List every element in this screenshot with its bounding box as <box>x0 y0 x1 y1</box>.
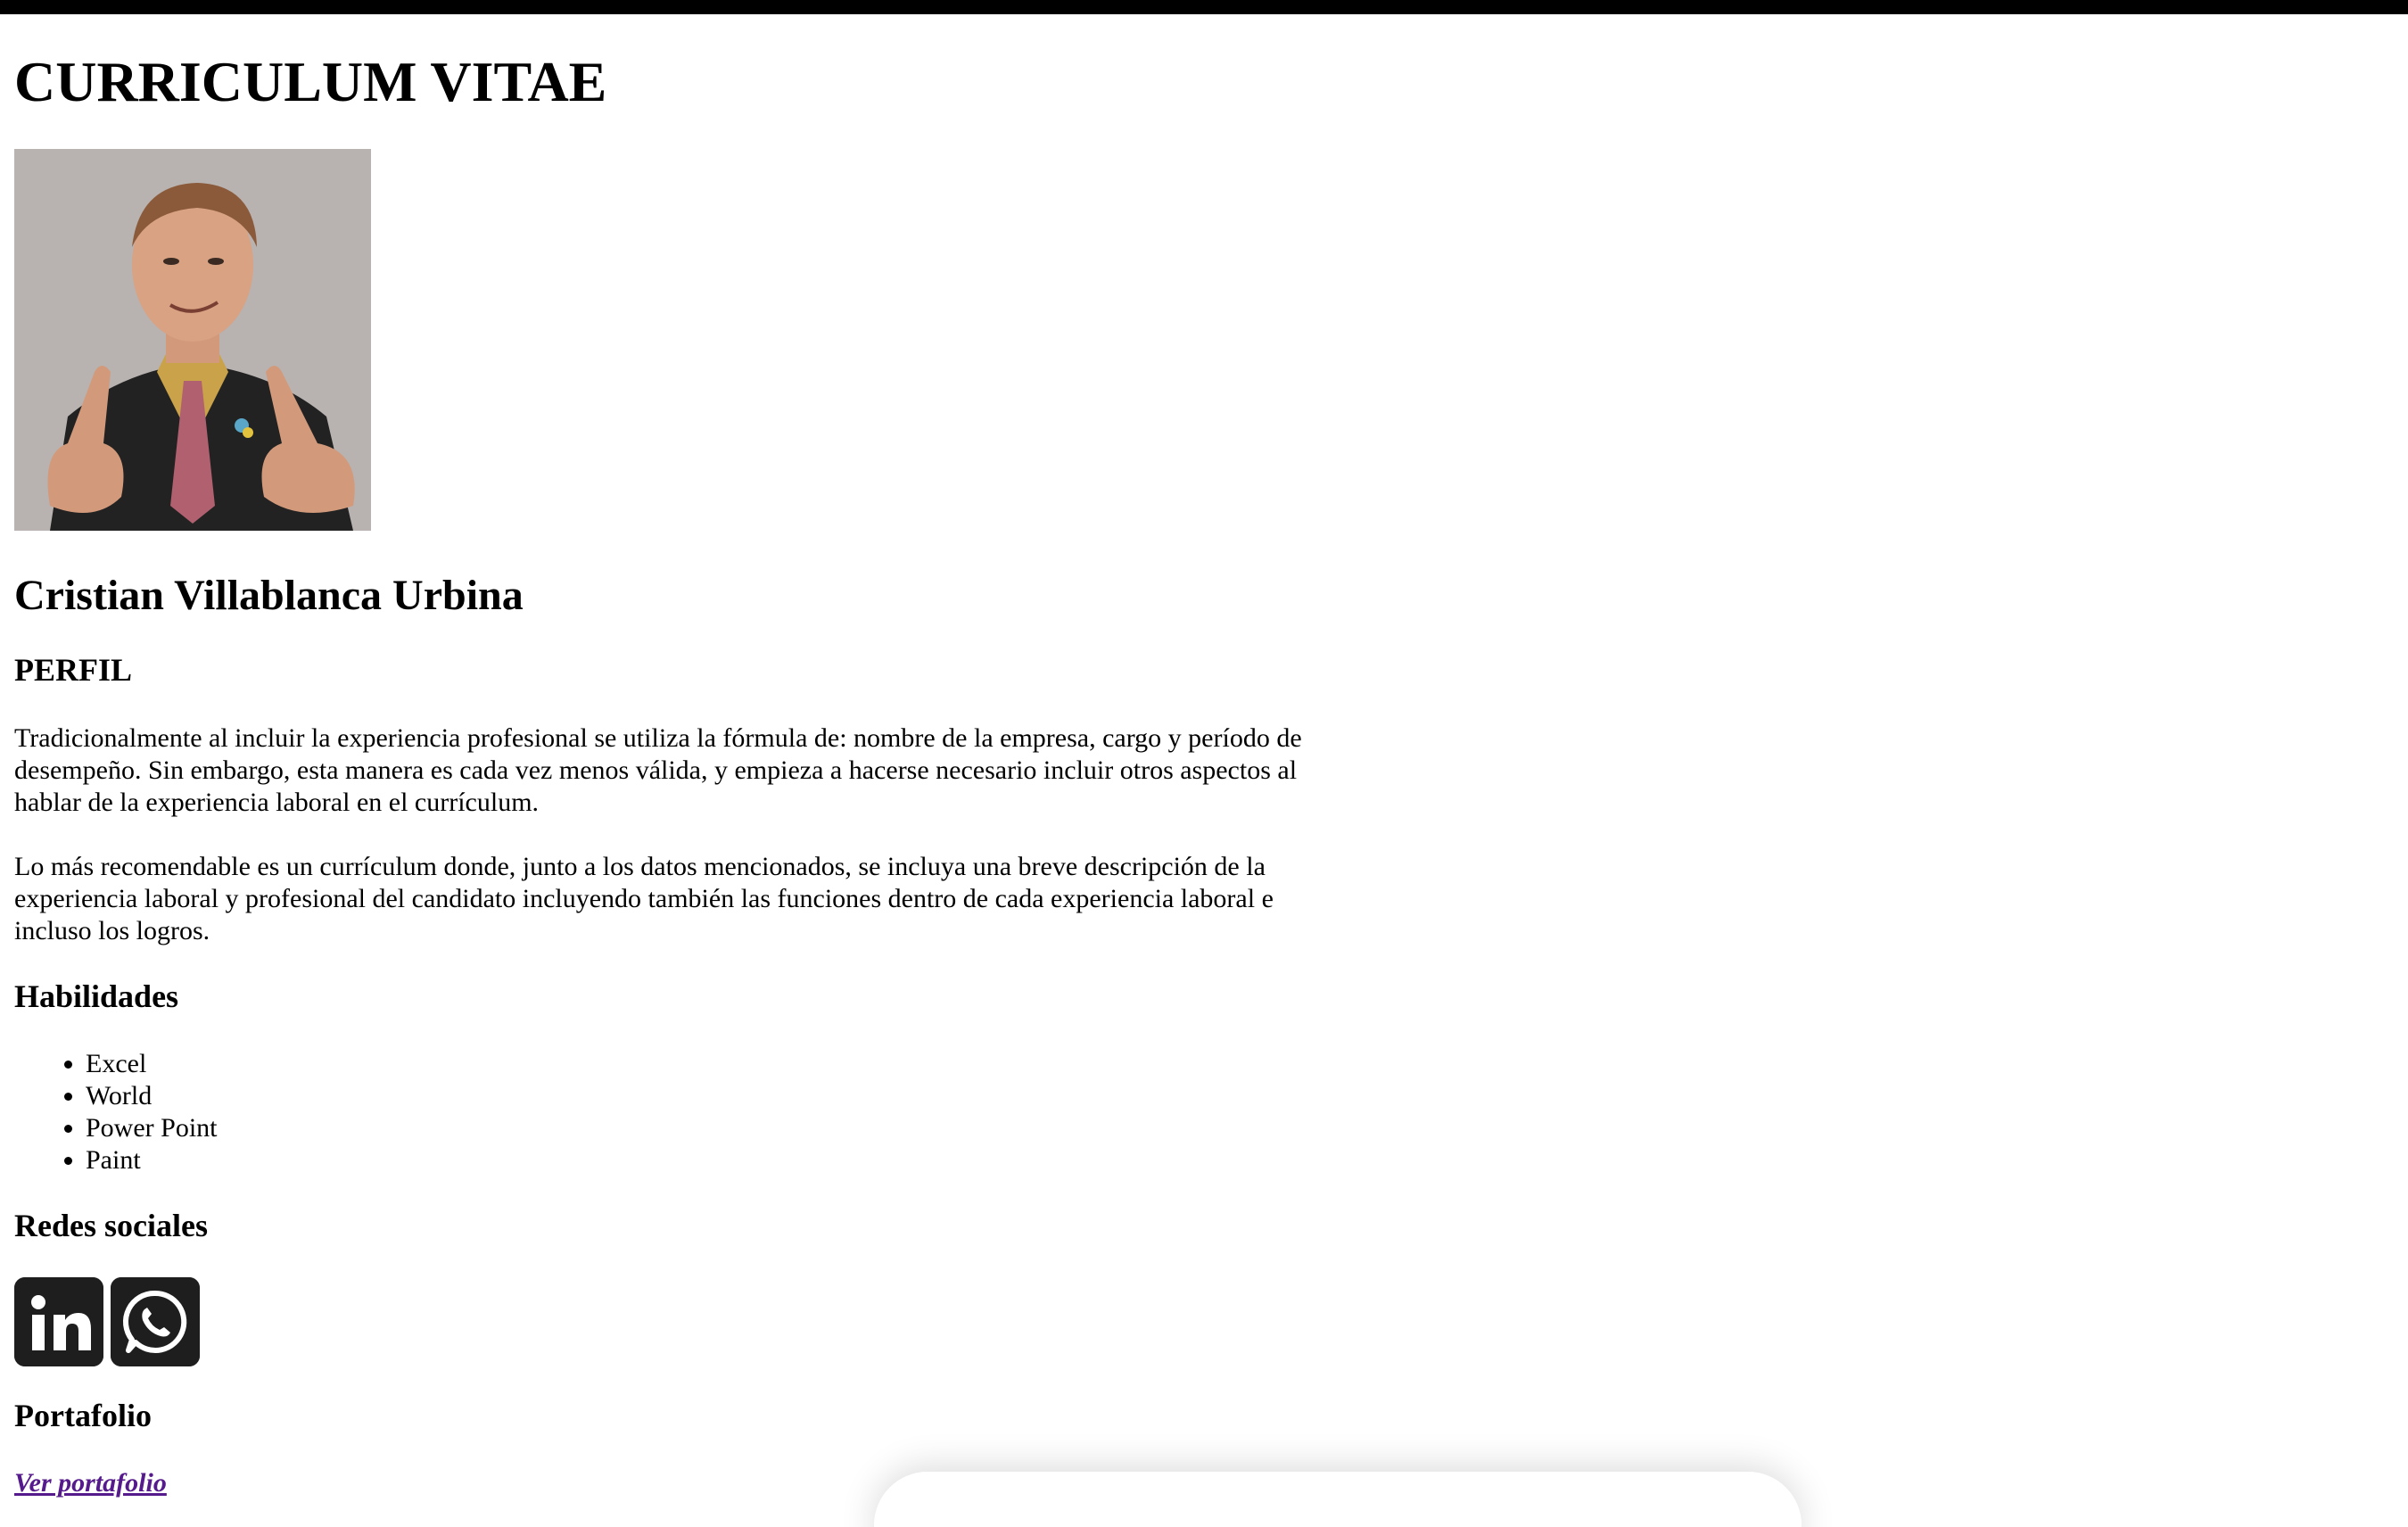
profile-paragraph-1: Tradicionalmente al incluir la experienc… <box>14 722 1302 817</box>
cv-page: CURRICULUM VITAE Cristian Villablanca Ur… <box>14 14 2387 1499</box>
skills-heading: Habilidades <box>14 978 179 1014</box>
social-links <box>14 1276 2387 1366</box>
social-heading: Redes sociales <box>14 1207 208 1243</box>
linkedin-icon <box>14 1276 103 1366</box>
page-title: CURRICULUM VITAE <box>14 50 607 113</box>
list-item: World <box>86 1080 2387 1112</box>
list-item: Excel <box>86 1048 2387 1080</box>
person-name: Cristian Villablanca Urbina <box>14 571 524 619</box>
profile-heading: PERFIL <box>14 652 133 689</box>
profile-paragraph-2: Lo más recomendable es un currículum don… <box>14 851 1274 945</box>
linkedin-link[interactable] <box>14 1276 103 1366</box>
bottom-overlay-shadow <box>874 1472 1802 1527</box>
top-border <box>0 0 2408 14</box>
portfolio-heading: Portafolio <box>14 1397 152 1433</box>
whatsapp-link[interactable] <box>111 1276 200 1366</box>
list-item: Paint <box>86 1144 2387 1176</box>
list-item: Power Point <box>86 1112 2387 1144</box>
profile-photo <box>14 148 371 531</box>
whatsapp-icon <box>111 1276 200 1366</box>
skills-list: Excel World Power Point Paint <box>14 1048 2387 1176</box>
